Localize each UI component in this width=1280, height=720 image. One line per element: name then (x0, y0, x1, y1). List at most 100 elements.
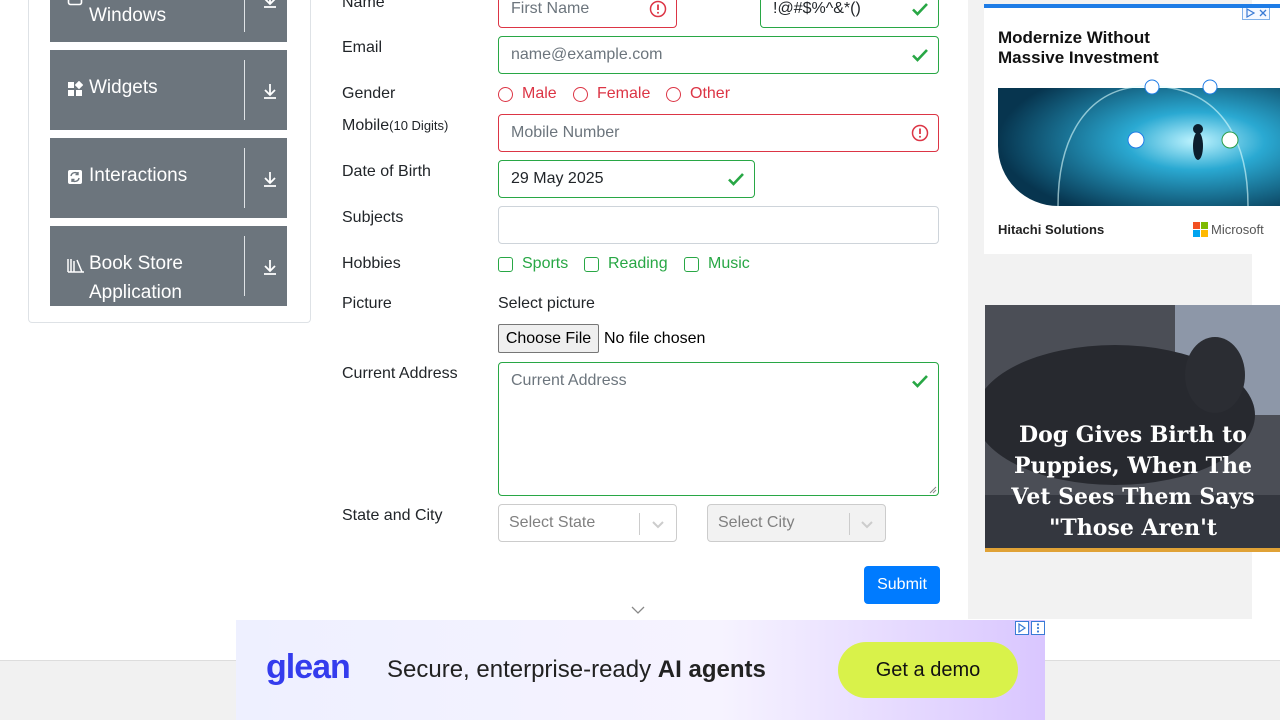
download-icon[interactable] (260, 0, 280, 10)
radio-label: Male (522, 85, 557, 102)
microsoft-logo-icon (1193, 222, 1208, 237)
mobile-label: Mobile(10 Digits) (342, 117, 448, 135)
check-icon (912, 49, 928, 62)
state-placeholder: Select State (509, 514, 596, 531)
get-demo-button[interactable]: Get a demo (838, 642, 1018, 698)
ad-glean[interactable]: glean Secure, enterprise-ready AI agents… (236, 620, 1045, 720)
checkbox-box[interactable] (498, 256, 513, 272)
ad-image-tunnel (998, 79, 1280, 206)
checkbox-label: Sports (522, 255, 569, 272)
checkbox-label: Music (708, 255, 750, 272)
ad-hitachi[interactable]: Modernize Without Massive Investment Hit… (984, 6, 1280, 254)
divider (244, 148, 245, 208)
select-picture-label: Select picture (498, 295, 595, 312)
ad-top-bar (984, 4, 1280, 8)
select-separator (849, 513, 850, 535)
ad-text-plain: Secure, enterprise-ready (387, 656, 658, 683)
ad-dog-story[interactable]: Dog Gives Birth to Puppies, When The Vet… (985, 305, 1280, 552)
ad-sponsor: Hitachi Solutions (998, 222, 1105, 237)
error-icon (911, 124, 929, 142)
first-name-input[interactable]: First Name (498, 0, 677, 28)
last-name-input[interactable]: !@#$%^&*() (760, 0, 939, 28)
adchoices-icon[interactable] (1245, 8, 1255, 18)
select-separator (639, 513, 640, 535)
address-label: Current Address (342, 365, 458, 382)
sidebar-group-bookstore[interactable]: Book Store Application (50, 226, 287, 306)
radio-circle[interactable] (573, 86, 588, 102)
ad-bottom-stripe (985, 548, 1280, 552)
city-placeholder: Select City (718, 514, 795, 531)
sidebar-group-label: Book Store Application (89, 253, 183, 303)
divider (244, 60, 245, 120)
ad-badge[interactable] (1015, 620, 1045, 636)
city-select[interactable]: Select City (707, 504, 886, 542)
gender-label: Gender (342, 85, 396, 102)
mobile-hint: (10 Digits) (389, 118, 449, 133)
name-label: Name (342, 0, 385, 11)
no-file-text: No file chosen (604, 330, 706, 347)
chevron-down-icon[interactable] (630, 604, 646, 616)
hobby-music-checkbox[interactable]: Music (684, 255, 750, 273)
sidebar-group-interactions[interactable]: Interactions (50, 138, 287, 218)
resize-handle-icon[interactable] (929, 486, 937, 494)
books-icon (67, 259, 84, 273)
error-icon (649, 0, 667, 18)
mobile-label-text: Mobile (342, 117, 390, 134)
more-options-icon[interactable] (1031, 621, 1045, 635)
ad-text: Secure, enterprise-ready AI agents (387, 656, 766, 684)
divider (244, 0, 245, 32)
chevron-down-icon[interactable] (859, 516, 875, 532)
radio-circle[interactable] (498, 86, 513, 102)
check-icon (912, 3, 928, 16)
mobile-input[interactable]: Mobile Number (498, 114, 939, 152)
sidebar-group-label: Widgets (89, 77, 158, 98)
dob-input[interactable]: 29 May 2025 (498, 160, 755, 198)
ad-badge[interactable] (1242, 6, 1270, 20)
hobby-sports-checkbox[interactable]: Sports (498, 255, 568, 273)
ad-headline: Dog Gives Birth to Puppies, When The Vet… (1011, 422, 1255, 552)
checkbox-box[interactable] (684, 256, 699, 272)
checkbox-label: Reading (608, 255, 668, 272)
sidebar-group-label: Interactions (89, 165, 188, 186)
submit-button[interactable]: Submit (864, 566, 940, 604)
sidebar-group-alerts[interactable]: Alerts, Frame & Windows (50, 0, 287, 42)
check-icon (728, 173, 744, 186)
email-input[interactable]: name@example.com (498, 36, 939, 74)
state-select[interactable]: Select State (498, 504, 677, 542)
radio-circle[interactable] (666, 86, 681, 102)
gender-other-radio[interactable]: Other (666, 85, 730, 103)
ad-brand-logo: glean (266, 648, 351, 686)
download-icon[interactable] (260, 169, 280, 189)
choose-file-button[interactable]: Choose File (498, 324, 599, 353)
checkbox-box[interactable] (584, 256, 599, 272)
adchoices-icon[interactable] (1015, 621, 1029, 635)
picture-label: Picture (342, 295, 392, 312)
hobby-reading-checkbox[interactable]: Reading (584, 255, 668, 273)
close-icon[interactable] (1258, 8, 1268, 18)
state-city-label: State and City (342, 507, 443, 524)
sidebar-group-label: Alerts, Frame & Windows (89, 5, 167, 26)
address-textarea[interactable]: Current Address (498, 362, 939, 496)
widgets-icon (68, 81, 83, 96)
ad-partner: Microsoft (1211, 222, 1264, 237)
download-icon[interactable] (260, 257, 280, 277)
dob-label: Date of Birth (342, 163, 431, 180)
window-icon (67, 0, 83, 6)
last-name-value: !@#$%^&*() (773, 0, 861, 17)
check-icon (912, 375, 928, 388)
mobile-placeholder: Mobile Number (511, 124, 620, 141)
divider (244, 236, 245, 296)
interactions-icon (68, 170, 82, 184)
download-icon[interactable] (260, 81, 280, 101)
subjects-input[interactable] (498, 206, 939, 244)
email-placeholder: name@example.com (511, 46, 663, 63)
ad-headline: Modernize Without Massive Investment (998, 28, 1159, 67)
ad-text-bold: AI agents (657, 656, 766, 683)
gender-male-radio[interactable]: Male (498, 85, 557, 103)
radio-label: Other (690, 85, 731, 102)
sidebar-group-widgets[interactable]: Widgets (50, 50, 287, 130)
chevron-down-icon[interactable] (650, 516, 666, 532)
radio-label: Female (597, 85, 651, 102)
address-placeholder: Current Address (511, 372, 627, 389)
gender-female-radio[interactable]: Female (573, 85, 650, 103)
